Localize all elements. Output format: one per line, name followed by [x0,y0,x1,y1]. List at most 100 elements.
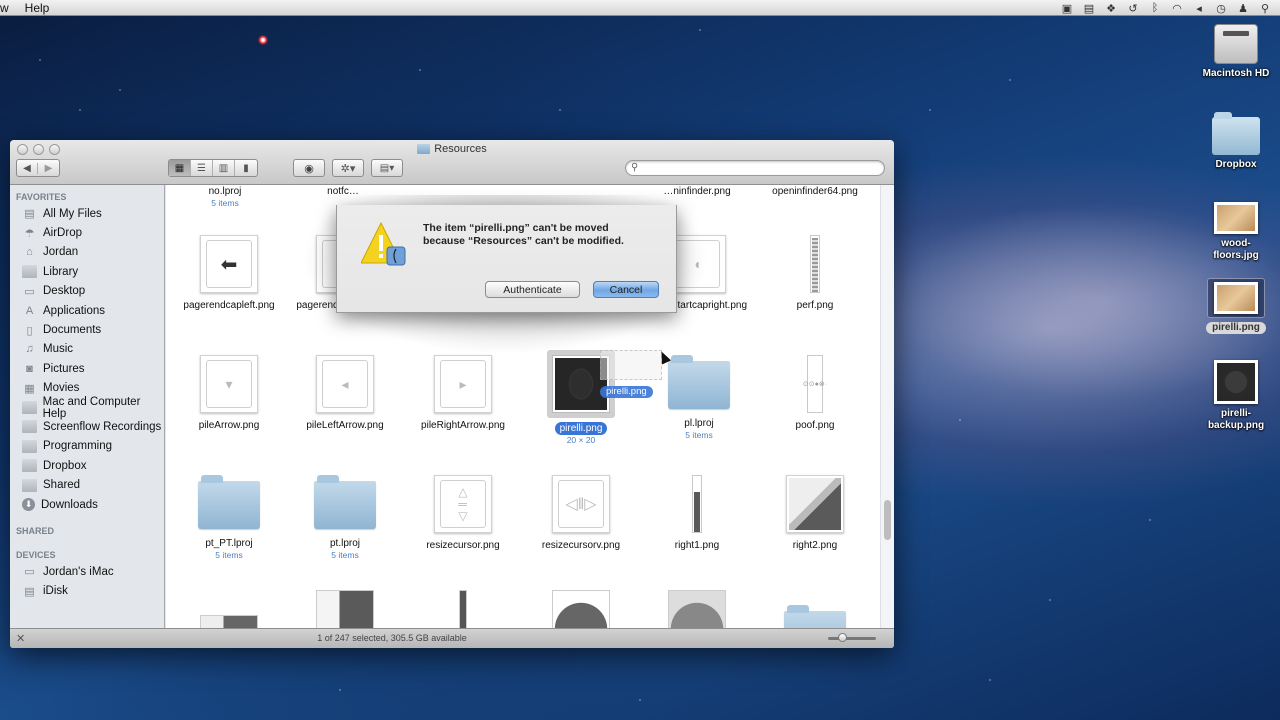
sidebar-item-jordan-s-imac[interactable]: ▭ Jordan's iMac [10,562,164,581]
file-item[interactable]: openinfinder64.png [756,185,874,198]
desktop-icon-macintosh-hd[interactable]: Macintosh HD [1196,24,1276,80]
user-icon[interactable]: ♟ [1236,2,1250,15]
sidebar-item-screenflow-recordings[interactable]: Screenflow Recordings [10,417,164,436]
file-name: pileLeftArrow.png [306,420,384,431]
sidebar-item-airdrop[interactable]: ☂ AirDrop [10,223,164,242]
file-item[interactable]: ⊙⊙●⊗· poof.png [756,355,874,432]
folder-icon [22,439,37,453]
file-item[interactable]: …ninfinder.png [638,185,756,198]
cancel-button[interactable]: Cancel [593,281,659,298]
sidebar-item-label: Pictures [43,362,85,375]
wifi-icon[interactable]: ◠ [1170,2,1184,15]
desktop-icon-pirelli[interactable]: pirelli.png [1196,278,1276,334]
sidebar-item-documents[interactable]: ▯ Documents [10,320,164,339]
file-item[interactable]: △ ═ ▽ resizecursor.png [404,475,522,552]
png-thumbnail: ⊙⊙●⊗· [803,355,827,413]
file-item[interactable] [404,590,522,628]
sidebar-item-mac-and-computer-help[interactable]: Mac and Computer Help [10,396,164,420]
file-item[interactable]: ⬅ pagerendcapleft.png [170,235,288,312]
sidebar-item-programming[interactable]: Programming [10,437,164,456]
dropbox-icon[interactable]: ❖ [1104,2,1118,15]
slider-knob[interactable] [837,633,847,642]
sidebar-item-applications[interactable]: A Applications [10,301,164,320]
sidebar-item-desktop[interactable]: ▭ Desktop [10,282,164,301]
drag-ghost [600,350,662,380]
sidebar-item-library[interactable]: Library [10,262,164,281]
file-item[interactable]: ◁‖▷ resizecursorv.png [522,475,640,552]
file-subtitle: 5 items [215,550,243,560]
file-name: no.lproj [208,186,242,197]
file-name: pl.lproj [684,418,714,429]
file-subtitle: 5 items [685,430,713,440]
drag-label: pirelli.png [600,386,653,398]
screen-icon[interactable]: ▣ [1060,2,1074,15]
sidebar-item-label: Downloads [41,498,98,511]
menu-help[interactable]: Help [17,1,58,15]
search-input[interactable]: ⚲ [625,160,885,176]
authenticate-button[interactable]: Authenticate [485,281,580,298]
file-item[interactable]: right2.png [756,475,874,552]
arrange-menu-button[interactable]: ▤▾ [371,159,403,177]
file-item[interactable]: ▸ pileRightArrow.png [404,355,522,432]
sidebar-item-pictures[interactable]: ◙ Pictures [10,359,164,378]
file-item[interactable]: ▾ pileArrow.png [170,355,288,432]
title-bar[interactable]: Resources ◀ ▶ ▦ ☰ ▥ ▮ ◉ ✲▾ ▤▾ ⚲ [10,140,894,185]
time-machine-icon[interactable]: ↺ [1126,2,1140,15]
file-item[interactable]: perf.png [756,235,874,312]
warning-icon [361,221,406,266]
sidebar-item-idisk[interactable]: ▤ iDisk [10,582,164,601]
back-button[interactable]: ◀ [17,162,38,174]
bluetooth-icon[interactable]: ᛒ [1148,2,1162,14]
file-name: notfc… [327,186,359,197]
music-icon: ♫ [25,343,34,356]
sidebar-header-shared: SHARED [16,526,55,537]
desktop-icon-pirelli-backup[interactable]: pirelli-backup.png [1196,360,1276,432]
action-menu-button[interactable]: ✲▾ [332,159,364,177]
vertical-scrollbar[interactable] [880,185,894,628]
file-item[interactable]: right1.png [638,475,756,552]
clock-icon[interactable]: ◷ [1214,2,1228,15]
coverflow-view-button[interactable]: ▮ [235,160,257,176]
file-item[interactable]: notfc… [284,185,402,198]
file-item[interactable]: ◂ pileLeftArrow.png [286,355,404,432]
sidebar-item-shared[interactable]: Shared [10,475,164,494]
menu-view[interactable]: w [0,1,17,15]
sidebar: FAVORITES ▤ All My Files ☂ AirDrop ⌂ Jordan Li… [10,185,165,628]
file-item[interactable] [638,590,756,628]
camera-icon[interactable]: ▤ [1082,2,1096,15]
pictures-icon: ◙ [26,362,33,375]
icon-view-button[interactable]: ▦ [169,160,191,176]
list-view-button[interactable]: ☰ [191,160,213,176]
file-item[interactable] [286,590,404,628]
file-item[interactable]: pt_PT.lproj 5 items [170,475,288,560]
sidebar-item-downloads[interactable]: ⬇ Downloads [10,495,164,514]
volume-icon[interactable]: ◂ [1192,2,1206,15]
file-subtitle: 20 × 20 [566,435,596,445]
file-item[interactable] [522,590,640,628]
sidebar-item-music[interactable]: ♫ Music [10,340,164,359]
sidebar-item-label: Screenflow Recordings [43,420,162,433]
file-item[interactable] [756,605,874,628]
sidebar-item-dropbox[interactable]: Dropbox [10,456,164,475]
desktop-icon-label: pirelli-backup.png [1207,408,1265,431]
sidebar-item-jordan[interactable]: ⌂ Jordan [10,243,164,262]
home-icon: ⌂ [26,246,33,259]
sidebar-item-all-my-files[interactable]: ▤ All My Files [10,204,164,223]
window-title: Resources [10,143,894,155]
icon-size-slider[interactable] [828,633,876,642]
file-name: pirelli.png [554,422,608,435]
downloads-icon: ⬇ [22,498,35,512]
quicklook-button[interactable]: ◉ [293,159,325,177]
desktop-icon-dropbox[interactable]: Dropbox [1196,112,1276,171]
spotlight-icon[interactable]: ⚲ [1258,2,1272,15]
file-item[interactable] [170,615,288,628]
forward-button[interactable]: ▶ [38,163,59,174]
file-item[interactable]: pt.lproj 5 items [286,475,404,560]
file-item[interactable]: no.lproj 5 items [166,185,284,208]
desktop-icon-label: Macintosh HD [1202,68,1270,79]
folder-icon [417,144,431,154]
desktop-icon-wood-floors[interactable]: wood-floors.jpg [1196,202,1276,262]
scrollbar-thumb[interactable] [884,500,891,540]
column-view-button[interactable]: ▥ [213,160,235,176]
png-thumbnail: ▾ [200,355,258,413]
